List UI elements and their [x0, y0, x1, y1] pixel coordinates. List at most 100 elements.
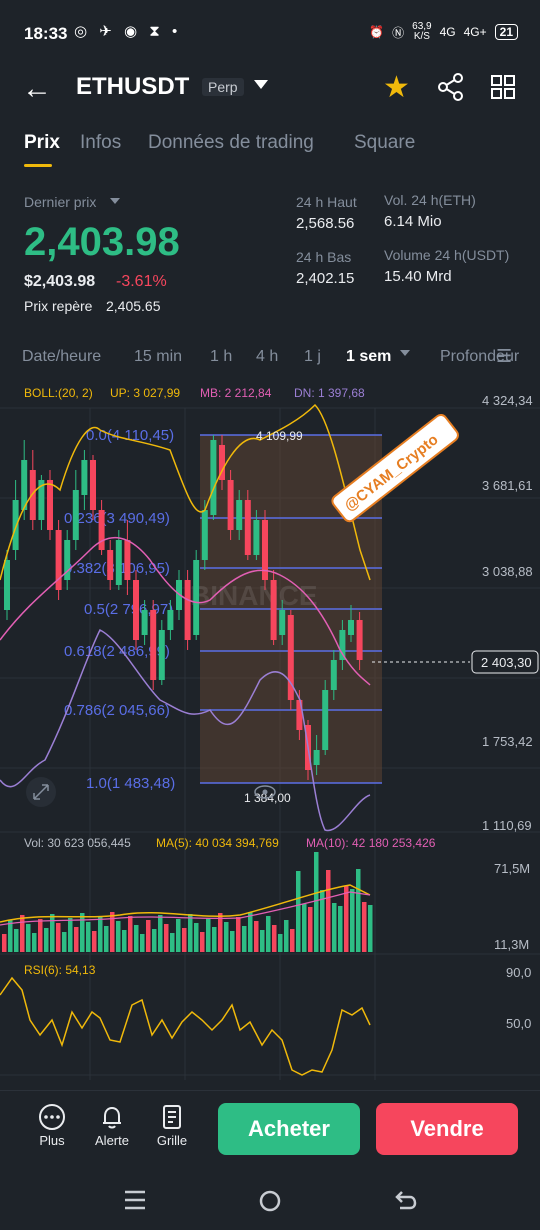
volume-bar: [158, 915, 163, 952]
interval-1w[interactable]: 1 sem: [346, 348, 391, 366]
volume-bar: [50, 914, 55, 952]
candle-body: [210, 440, 217, 515]
volume-label: Vol: 30 623 056,445: [24, 836, 131, 850]
volume-bar: [248, 912, 253, 952]
volume-bar: [86, 922, 91, 952]
candle-body: [348, 620, 354, 635]
interval-15min[interactable]: 15 min: [134, 348, 182, 366]
sell-button[interactable]: Vendre: [376, 1103, 518, 1155]
more-label: Plus: [39, 1133, 65, 1148]
volume-bar: [278, 934, 283, 952]
fib-label: 0.786(2 045,66): [64, 702, 170, 719]
grid-label: Grille: [156, 1133, 188, 1148]
candle-body: [81, 460, 88, 495]
top-tabs: Prix Infos Données de trading Square: [0, 128, 540, 174]
grid-bot-icon: [163, 1105, 181, 1129]
last-price: 2,403.98: [24, 220, 180, 264]
volume-bar: [146, 920, 151, 952]
interval-more-icon[interactable]: [400, 350, 410, 356]
boll-label: BOLL:(20, 2): [24, 386, 93, 400]
volume-bar: [44, 928, 49, 952]
buy-button[interactable]: Acheter: [218, 1103, 360, 1155]
volume-bar: [302, 904, 307, 952]
volume-bar: [140, 934, 145, 952]
volume-bar: [98, 917, 103, 952]
volume-bar: [38, 919, 43, 952]
candle-body: [201, 510, 208, 560]
alert-button[interactable]: Alerte: [87, 1103, 137, 1148]
candle-body: [141, 610, 148, 635]
expand-chart-icon[interactable]: [26, 777, 56, 807]
chart-settings-icon[interactable]: ☰: [496, 346, 512, 367]
alert-label: Alerte: [95, 1133, 129, 1148]
chart-area[interactable]: BOLL:(20, 2) UP: 3 027,99 MB: 2 212,84 D…: [0, 380, 540, 1090]
candle-body: [98, 510, 105, 550]
volume-bar: [68, 918, 73, 952]
back-arrow-icon[interactable]: ←: [22, 74, 52, 104]
symbol-title[interactable]: ETHUSDT: [76, 73, 189, 101]
candle-body: [253, 520, 260, 555]
recent-apps-icon[interactable]: [124, 1190, 146, 1210]
rsi-tick-90: 90,0: [506, 965, 531, 980]
current-price-value: 2 403,30: [481, 655, 532, 670]
volume-bar: [14, 929, 19, 952]
last-price-label[interactable]: Dernier prix: [24, 194, 96, 210]
volume-bar: [308, 907, 313, 952]
nfc-icon: Ⓝ: [392, 25, 405, 40]
volume-bar: [176, 919, 181, 952]
volume-bar: [80, 913, 85, 952]
candle-body: [339, 630, 346, 660]
tab-square[interactable]: Square: [354, 132, 415, 154]
bell-icon: [103, 1106, 121, 1129]
candle-body: [90, 460, 96, 510]
home-icon[interactable]: [258, 1189, 282, 1213]
candle-body: [29, 470, 36, 520]
more-button[interactable]: Plus: [27, 1103, 77, 1148]
y-tick-6: 1 110,69: [482, 818, 532, 833]
candle-body: [313, 750, 320, 765]
candle-body: [133, 580, 139, 640]
grid-button[interactable]: Grille: [147, 1103, 197, 1148]
net-speed: 63,9 K/S: [412, 21, 432, 42]
volume-min: 11,3M: [494, 937, 529, 952]
vol-eth: 6.14 Mio: [384, 213, 442, 230]
y-tick-2: 3 681,61: [482, 478, 533, 493]
signal-icon: 4G: [439, 25, 456, 39]
y-tick-3: 3 038,88: [482, 564, 533, 579]
tab-infos[interactable]: Infos: [80, 132, 121, 154]
volume-bar: [206, 918, 211, 952]
interval-bar: Date/heure 15 min 1 h 4 h 1 j 1 sem Prof…: [0, 340, 540, 376]
interval-1h[interactable]: 1 h: [210, 348, 232, 366]
nav-back-icon[interactable]: [394, 1189, 418, 1211]
symbol-dropdown-icon[interactable]: [254, 80, 268, 89]
last-price-dropdown-icon[interactable]: [110, 198, 120, 204]
vol-usdt: 15.40 Mrd: [384, 268, 452, 285]
notification-icons: ◎ ✈ ◉ ⧗ •: [74, 23, 182, 40]
interval-datetime[interactable]: Date/heure: [22, 348, 101, 366]
y-tick-5: 1 753,42: [482, 734, 533, 749]
interval-4h[interactable]: 4 h: [256, 348, 278, 366]
candle-body: [356, 620, 363, 660]
volume-bar: [122, 930, 127, 952]
volume-ma5: MA(5): 40 034 394,769: [156, 836, 279, 850]
volume-bar: [194, 923, 199, 952]
interval-1d[interactable]: 1 j: [304, 348, 321, 366]
app-header: ← ETHUSDT Perp ★: [0, 66, 540, 112]
volume-bar: [332, 903, 337, 952]
price-chart-svg[interactable]: BOLL:(20, 2) UP: 3 027,99 MB: 2 212,84 D…: [0, 380, 540, 1090]
volume-bar: [242, 926, 247, 952]
favorite-star-icon[interactable]: ★: [383, 70, 410, 105]
candle-body: [330, 660, 337, 690]
layout-grid-icon[interactable]: [490, 74, 516, 100]
candle-body: [47, 480, 53, 530]
volume-bar: [326, 870, 331, 952]
share-icon[interactable]: [436, 72, 466, 102]
volume-bar: [350, 889, 355, 952]
volume-bar: [74, 927, 79, 952]
signal-icon-2: 4G+: [463, 25, 487, 39]
volume-bar: [134, 925, 139, 952]
status-bar: 18:33 ◎ ✈ ◉ ⧗ • ⏰ Ⓝ 63,9 K/S 4G 4G+ 21: [0, 0, 540, 66]
tab-trading-data[interactable]: Données de trading: [148, 132, 314, 154]
tab-prix[interactable]: Prix: [24, 132, 60, 154]
low-24h: 2,402.15: [296, 270, 355, 287]
